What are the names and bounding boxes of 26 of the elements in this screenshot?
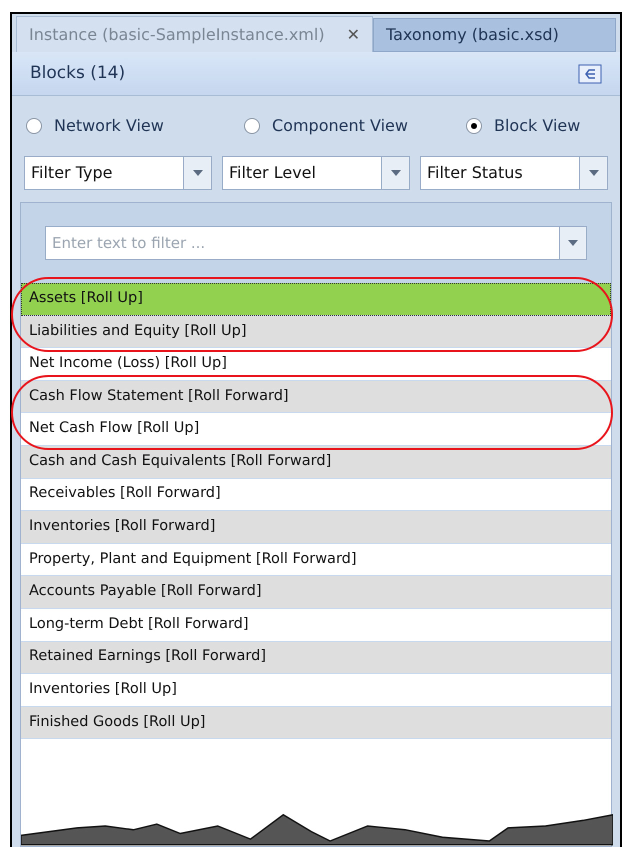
block-row[interactable]: Accounts Payable [Roll Forward] (21, 576, 611, 609)
block-row[interactable]: Retained Earnings [Roll Forward] (21, 642, 611, 674)
dropdown-arrow-icon[interactable] (588, 170, 598, 176)
dropdown-arrow-icon[interactable] (390, 170, 400, 176)
view-radio[interactable]: Network View (26, 114, 244, 138)
block-row[interactable]: Receivables [Roll Forward] (21, 478, 611, 512)
dropdown-arrow-icon[interactable] (192, 170, 202, 176)
block-row[interactable]: Finished Goods [Roll Up] (21, 706, 611, 740)
document-tab[interactable]: Instance (basic-SampleInstance.xml) ✕ (16, 16, 373, 52)
filter-dropdown[interactable]: Filter Type (24, 156, 212, 190)
view-radio[interactable]: Component View (244, 114, 466, 138)
filter-dropdown[interactable]: Filter Level (222, 156, 410, 190)
pin-icon[interactable] (578, 64, 602, 84)
block-row[interactable]: Assets [Roll Up] (21, 283, 611, 316)
filter-dropdown[interactable]: Filter Status (420, 156, 608, 190)
block-row[interactable]: Cash and Cash Equivalents [Roll Forward] (21, 446, 611, 479)
document-tab[interactable]: Taxonomy (basic.xsd) (372, 18, 616, 52)
block-row[interactable]: Liabilities and Equity [Roll Up] (21, 316, 611, 348)
block-row[interactable]: Inventories [Roll Forward] (21, 511, 611, 544)
panel-title: Blocks (14) (30, 62, 126, 85)
block-row[interactable]: Cash Flow Statement [Roll Forward] (21, 380, 611, 414)
dropdown-button[interactable] (559, 226, 587, 260)
close-icon[interactable]: ✕ (346, 22, 360, 46)
dropdown-arrow-icon[interactable] (568, 240, 578, 246)
filter-field[interactable]: Enter text to filter ... (45, 226, 559, 260)
view-radio[interactable]: Block View (466, 114, 606, 138)
